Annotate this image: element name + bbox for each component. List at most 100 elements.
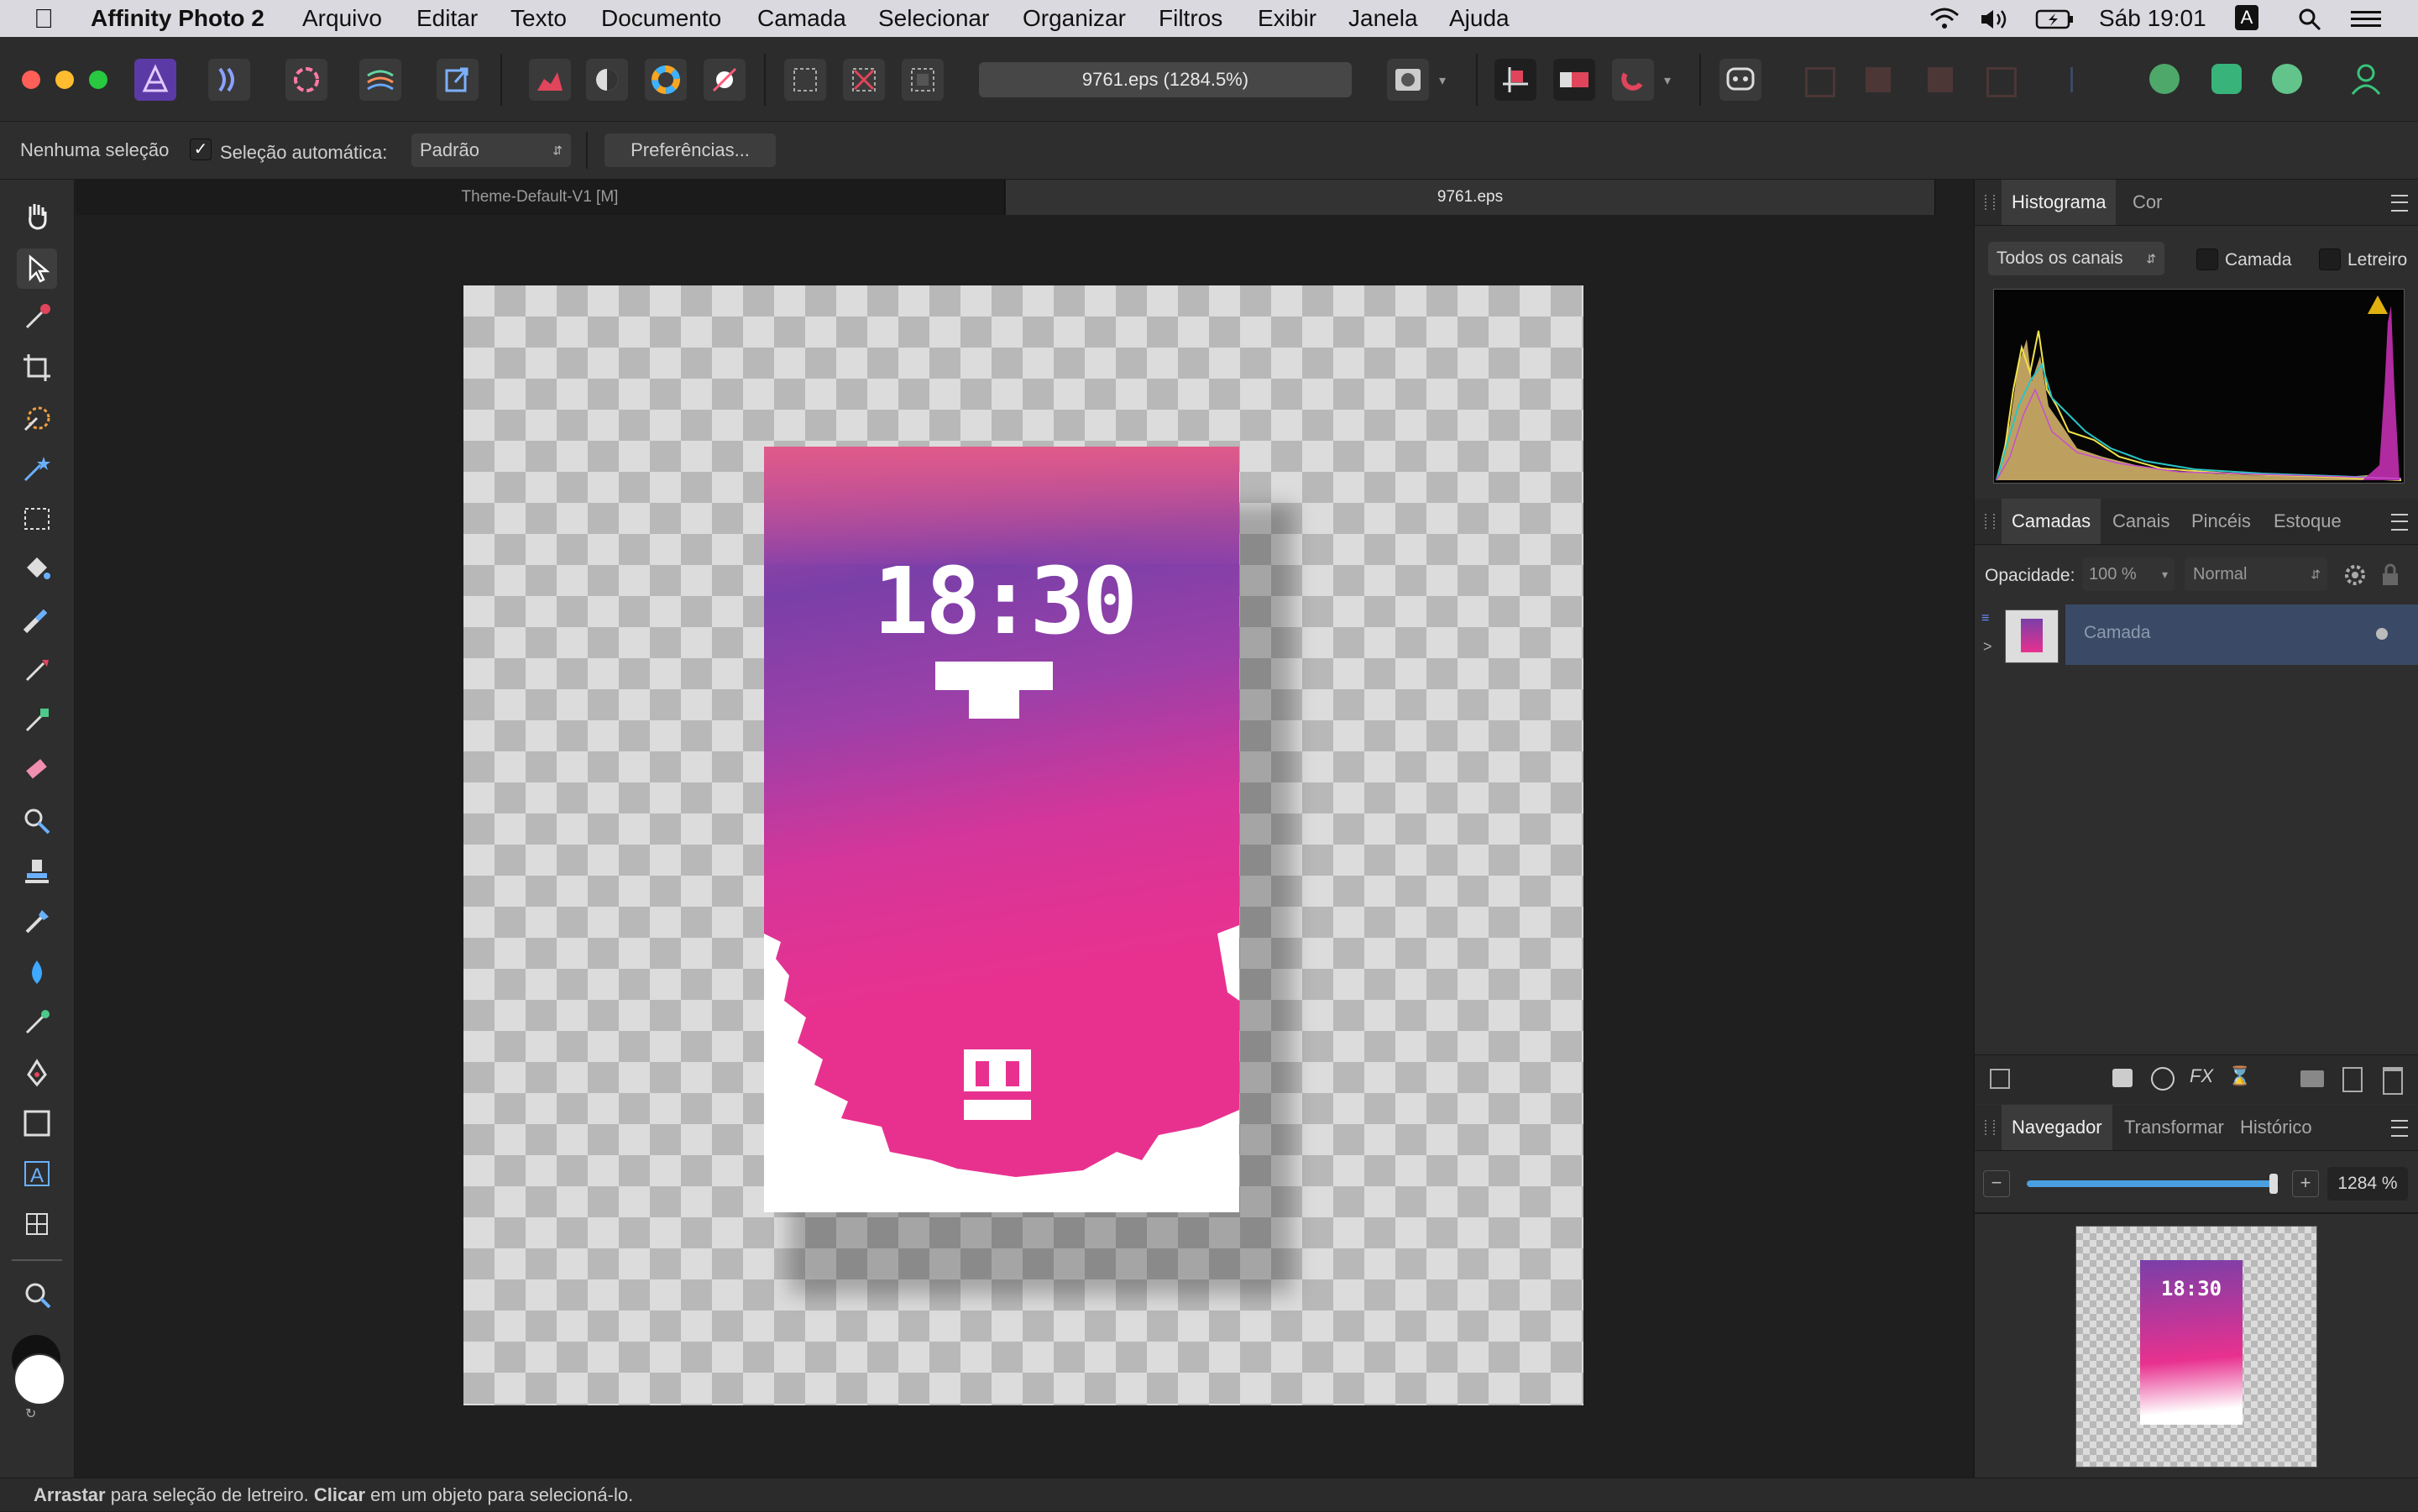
group-folder-icon[interactable] [2300, 1070, 2324, 1087]
mask-icon[interactable] [2112, 1069, 2133, 1087]
swap-colors-icon[interactable]: ↻ [25, 1405, 36, 1422]
auto-select-dropdown[interactable]: Padrão ⇵ [411, 133, 571, 167]
tab-cor[interactable]: Cor [2122, 180, 2172, 225]
layers-menu-icon[interactable] [2391, 514, 2408, 531]
opacity-field[interactable]: 100 % ▾ [2082, 557, 2175, 591]
snap-dropdown-icon[interactable]: ▾ [1664, 72, 1671, 89]
volume-icon[interactable] [1978, 7, 2012, 32]
deselect-icon[interactable] [843, 59, 885, 101]
quick-mask-icon[interactable] [1387, 59, 1429, 101]
liquify-persona-icon[interactable] [208, 59, 250, 101]
menu-selecionar[interactable]: Selecionar [878, 5, 989, 32]
document-canvas[interactable]: 18:30 [463, 285, 1583, 1405]
zoom-value-field[interactable]: 1284 % [2327, 1167, 2408, 1201]
layer-copy-icon[interactable] [1990, 1069, 2010, 1089]
tab-9761-eps[interactable]: 9761.eps [1006, 180, 1935, 215]
text-tool-icon[interactable]: A [17, 1154, 57, 1194]
marquee-tool-icon[interactable] [17, 499, 57, 539]
menu-camada[interactable]: Camada [757, 5, 846, 32]
new-pixel-layer-icon[interactable] [2342, 1067, 2363, 1092]
invert-selection-icon[interactable] [902, 59, 944, 101]
tab-historico[interactable]: Histórico [2230, 1105, 2322, 1150]
hand-tool-icon[interactable] [17, 195, 57, 235]
tab-navegador[interactable]: Navegador [2002, 1105, 2112, 1150]
dodge-tool-icon[interactable] [17, 801, 57, 841]
flood-fill-tool-icon[interactable] [17, 549, 57, 589]
blemish-removal-tool-icon[interactable] [17, 902, 57, 942]
levels-icon[interactable] [529, 59, 571, 101]
tab-estoque[interactable]: Estoque [2264, 499, 2352, 544]
auto-white-balance-icon[interactable] [704, 59, 746, 101]
spotlight-search-icon[interactable] [2297, 7, 2322, 32]
navigator-preview[interactable]: 18:30 [2075, 1226, 2317, 1468]
layer-expand-chevron-icon[interactable]: > [1983, 638, 1992, 656]
lock-icon[interactable] [2379, 562, 2401, 588]
apple-menu-icon[interactable]:  [34, 3, 54, 34]
zoom-tool-icon[interactable] [17, 1274, 57, 1315]
zoom-slider[interactable] [2027, 1174, 2279, 1194]
photo-persona-icon[interactable] [134, 59, 176, 101]
menu-documento[interactable]: Documento [601, 5, 721, 32]
gradient-tool-icon[interactable] [17, 599, 57, 640]
export-persona-icon[interactable] [437, 59, 479, 101]
arrange-backward-icon[interactable] [1866, 67, 1891, 92]
control-center-icon[interactable] [2349, 8, 2383, 30]
tone-mapping-persona-icon[interactable] [359, 59, 401, 101]
menu-exibir[interactable]: Exibir [1258, 5, 1316, 32]
navigator-menu-icon[interactable] [2391, 1120, 2408, 1137]
menu-editar[interactable]: Editar [416, 5, 478, 32]
input-source-icon[interactable]: A [2235, 5, 2258, 30]
mesh-warp-tool-icon[interactable] [17, 1204, 57, 1244]
pen-tool-icon[interactable] [17, 1053, 57, 1093]
snapping-icon[interactable] [1494, 59, 1536, 101]
selection-brush-tool-icon[interactable] [17, 398, 57, 438]
menu-ajuda[interactable]: Ajuda [1449, 5, 1510, 32]
boolean-subtract-icon[interactable] [2211, 64, 2242, 94]
layer-visibility-icon[interactable] [2376, 628, 2388, 640]
adjustment-icon[interactable] [2151, 1067, 2175, 1091]
align-icon[interactable] [2070, 67, 2090, 92]
live-filter-icon[interactable]: ⌛ [2228, 1065, 2251, 1087]
smudge-brush-tool-icon[interactable] [17, 1002, 57, 1043]
menu-filtros[interactable]: Filtros [1159, 5, 1222, 32]
arrange-back-icon[interactable] [1805, 67, 1835, 97]
magnet-snap-icon[interactable] [1612, 59, 1654, 101]
layer-checkbox[interactable] [2196, 249, 2218, 270]
account-icon[interactable] [2347, 60, 2384, 97]
menu-organizar[interactable]: Organizar [1023, 5, 1126, 32]
primary-color-swatch[interactable] [13, 1353, 65, 1405]
wifi-icon[interactable] [1928, 7, 1961, 32]
app-menu[interactable]: Affinity Photo 2 [91, 5, 264, 32]
tab-theme-default[interactable]: Theme-Default-V1 [M] [76, 180, 1005, 215]
layer-row[interactable]: ≡ > Camada [1975, 604, 2418, 665]
battery-icon[interactable] [2035, 7, 2075, 32]
zoom-window-button[interactable] [89, 71, 107, 89]
boolean-add-icon[interactable] [2149, 64, 2180, 94]
menu-arquivo[interactable]: Arquivo [302, 5, 382, 32]
crop-tool-icon[interactable] [17, 348, 57, 388]
tab-histograma[interactable]: Histograma [2002, 180, 2117, 225]
fx-icon[interactable]: FX [2190, 1065, 2213, 1087]
erase-brush-tool-icon[interactable] [17, 751, 57, 791]
move-tool-icon[interactable] [17, 249, 57, 289]
develop-persona-icon[interactable] [285, 59, 327, 101]
marquee-checkbox[interactable] [2319, 249, 2341, 270]
paint-brush-tool-icon[interactable] [17, 650, 57, 690]
color-picker-tool-icon[interactable] [17, 297, 57, 337]
boolean-intersect-icon[interactable] [2272, 64, 2302, 94]
zoom-slider-thumb[interactable] [2269, 1174, 2278, 1194]
delete-layer-trash-icon[interactable] [2383, 1067, 2403, 1095]
clone-brush-tool-icon[interactable] [17, 851, 57, 892]
layer-settings-gear-icon[interactable] [2342, 562, 2368, 588]
document-title[interactable]: 9761.eps (1284.5%) [979, 62, 1352, 97]
pixel-tool-icon[interactable] [17, 700, 57, 740]
blur-brush-tool-icon[interactable] [17, 952, 57, 992]
histogram-menu-icon[interactable] [2391, 195, 2408, 212]
studio-assistant-icon[interactable] [1719, 59, 1761, 101]
menu-janela[interactable]: Janela [1348, 5, 1418, 32]
menubar-clock[interactable]: Sáb 19:01 [2099, 5, 2206, 32]
selection-mode-new-icon[interactable] [784, 59, 826, 101]
flood-select-tool-icon[interactable] [17, 448, 57, 489]
tab-camadas[interactable]: Camadas [2002, 499, 2101, 544]
rectangle-tool-icon[interactable] [17, 1103, 57, 1143]
